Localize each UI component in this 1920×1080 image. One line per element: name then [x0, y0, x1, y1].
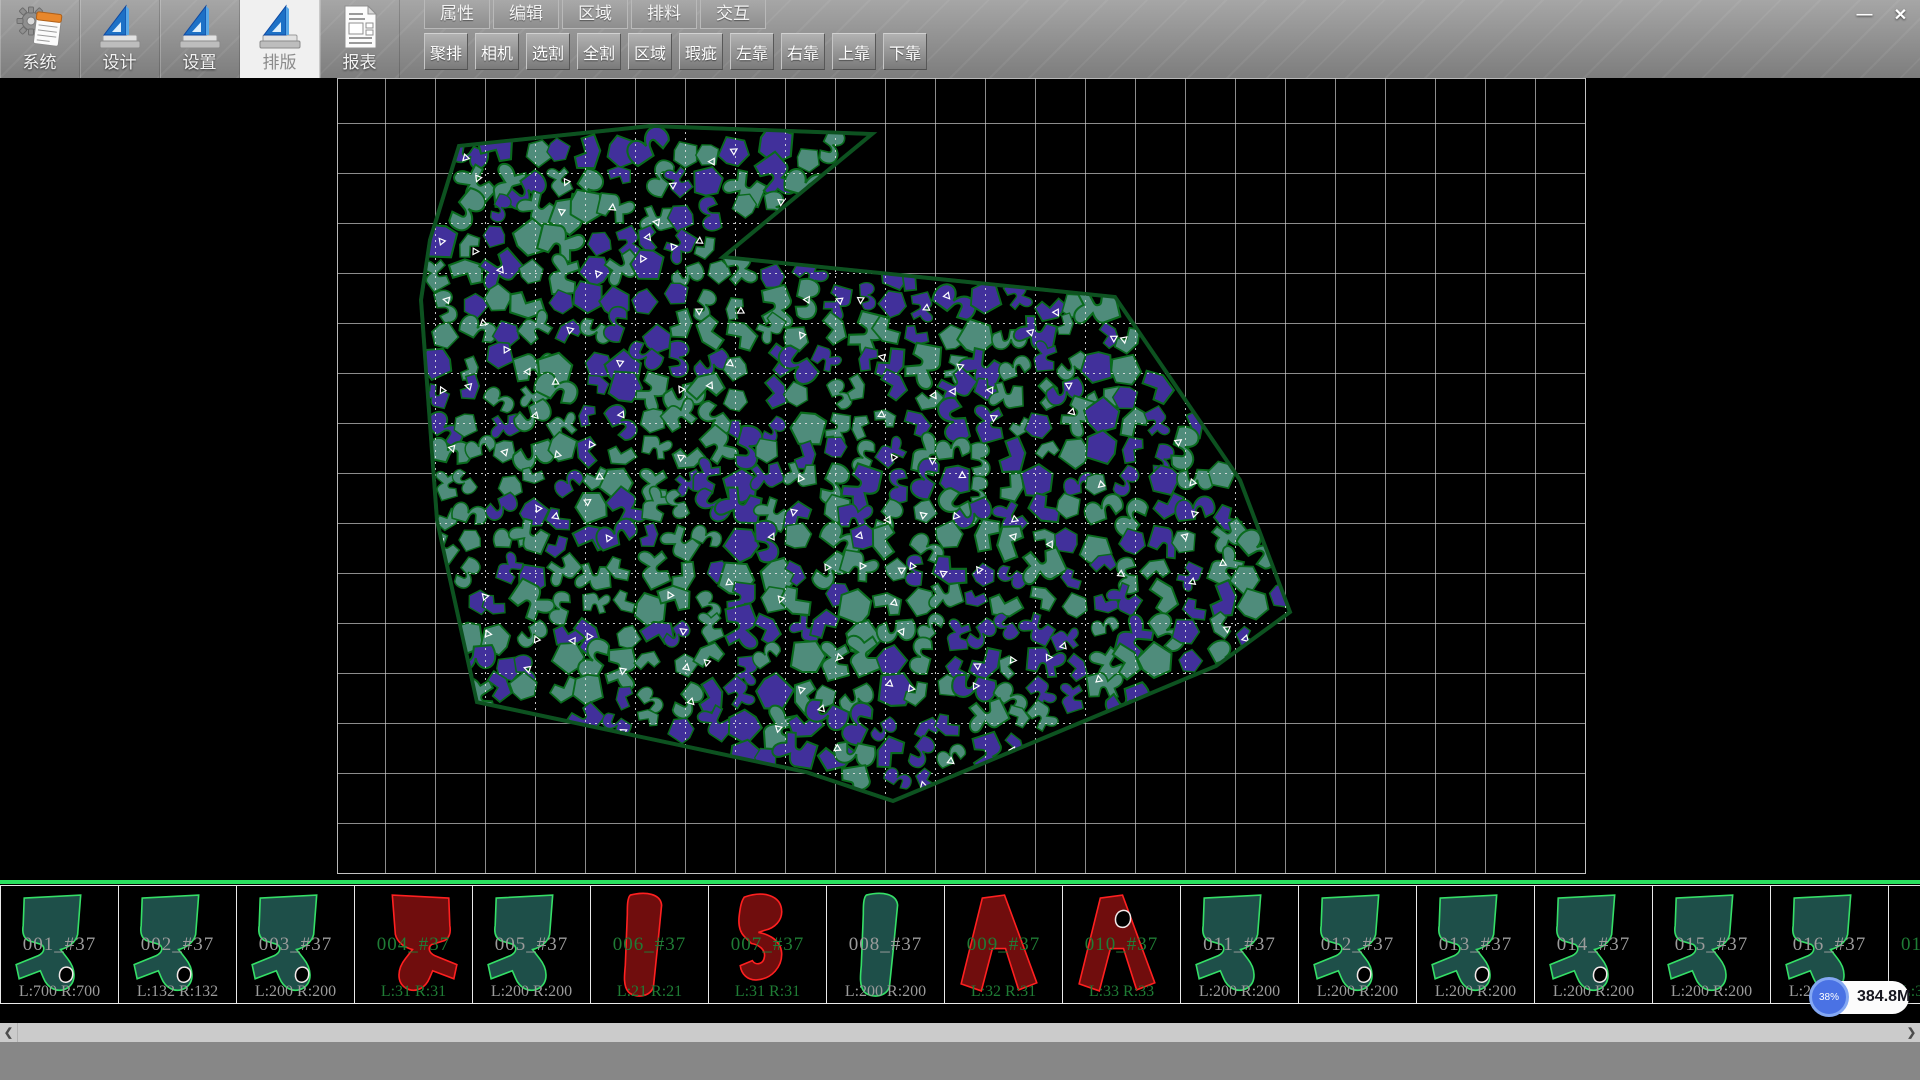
piece-shape	[237, 886, 354, 1003]
design-icon	[94, 3, 146, 53]
piece-thumbnail-12[interactable]: 012_#37L:200 R:200	[1298, 885, 1417, 1004]
piece-shape	[355, 886, 472, 1003]
action-button-bar: 聚排相机选割全割区域瑕疵左靠右靠上靠下靠	[424, 33, 927, 70]
scroll-left-arrow-icon[interactable]: ❮	[0, 1023, 18, 1042]
piece-shape	[827, 886, 944, 1003]
piece-thumbnail-5[interactable]: 005_#37L:200 R:200	[472, 885, 591, 1004]
piece-shape	[119, 886, 236, 1003]
piece-shape	[1, 886, 118, 1003]
action-button-5[interactable]: 区域	[628, 33, 672, 70]
main-button-2[interactable]: 设计	[80, 0, 160, 78]
main-button-label: 设计	[103, 53, 137, 73]
memory-badge: 38% 384.8M	[1812, 981, 1909, 1014]
piece-thumbnail-13[interactable]: 013_#37L:200 R:200	[1416, 885, 1535, 1004]
horizontal-scrollbar[interactable]: ❮ ❯	[0, 1023, 1920, 1042]
nesting-canvas-svg[interactable]	[0, 78, 1920, 884]
main-button-label: 报表	[343, 53, 377, 73]
action-button-4[interactable]: 全割	[577, 33, 621, 70]
piece-thumbnail-8[interactable]: 008_#37L:200 R:200	[826, 885, 945, 1004]
action-button-3[interactable]: 选割	[526, 33, 570, 70]
action-button-2[interactable]: 相机	[475, 33, 519, 70]
piece-thumbnail-strip: 001_#37L:700 R:700002_#37L:132 R:132003_…	[0, 880, 1920, 1004]
menu-tab-4[interactable]: 排料	[631, 0, 697, 29]
piece-shape	[945, 886, 1062, 1003]
scroll-right-arrow-icon[interactable]: ❯	[1903, 1023, 1920, 1042]
close-button[interactable]: ✕	[1887, 4, 1914, 26]
menu-tab-1[interactable]: 属性	[424, 0, 490, 29]
action-button-6[interactable]: 瑕疵	[679, 33, 723, 70]
toolbar: 系统设计设置排版报表 属性编辑区域排料交互 聚排相机选割全割区域瑕疵左靠右靠上靠…	[0, 0, 1920, 78]
main-button-4[interactable]: 排版	[240, 0, 320, 78]
main-button-label: 设置	[183, 53, 217, 73]
piece-thumbnail-9[interactable]: 009_#37L:32 R:31	[944, 885, 1063, 1004]
main-button-3[interactable]: 设置	[160, 0, 240, 78]
piece-shape	[1535, 886, 1652, 1003]
main-button-label: 排版	[263, 53, 297, 73]
piece-thumbnail-10[interactable]: 010_#37L:33 R:33	[1062, 885, 1181, 1004]
piece-thumbnail-cells: 001_#37L:700 R:700002_#37L:132 R:132003_…	[0, 885, 1920, 1004]
piece-shape	[1653, 886, 1770, 1003]
main-button-bar: 系统 设计 设置 排版 报表	[0, 0, 400, 78]
action-button-8[interactable]: 右靠	[781, 33, 825, 70]
piece-shape	[1181, 886, 1298, 1003]
action-button-10[interactable]: 下靠	[883, 33, 927, 70]
menu-tab-bar: 属性编辑区域排料交互	[424, 0, 766, 29]
piece-thumbnail-15[interactable]: 015_#37L:200 R:200	[1652, 885, 1771, 1004]
progress-circle: 38%	[1809, 977, 1849, 1017]
piece-thumbnail-4[interactable]: 004_#37L:31 R:31	[354, 885, 473, 1004]
piece-shape	[1299, 886, 1416, 1003]
settings-icon	[174, 3, 226, 53]
minimize-button[interactable]: —	[1851, 4, 1878, 26]
memory-value: 384.8M	[1857, 988, 1910, 1006]
main-button-1[interactable]: 系统	[0, 0, 80, 78]
piece-thumbnail-6[interactable]: 006_#37L:21 R:21	[590, 885, 709, 1004]
action-button-9[interactable]: 上靠	[832, 33, 876, 70]
piece-shape	[1063, 886, 1180, 1003]
report-icon	[334, 3, 386, 53]
main-button-5[interactable]: 报表	[320, 0, 400, 78]
piece-shape	[473, 886, 590, 1003]
piece-thumbnail-2[interactable]: 002_#37L:132 R:132	[118, 885, 237, 1004]
system-icon	[14, 3, 66, 53]
piece-shape	[709, 886, 826, 1003]
menu-tab-2[interactable]: 编辑	[493, 0, 559, 29]
strip-top-line	[0, 880, 1920, 884]
piece-shape	[591, 886, 708, 1003]
piece-thumbnail-14[interactable]: 014_#37L:200 R:200	[1534, 885, 1653, 1004]
piece-shape	[1417, 886, 1534, 1003]
piece-thumbnail-1[interactable]: 001_#37L:700 R:700	[0, 885, 119, 1004]
piece-thumbnail-3[interactable]: 003_#37L:200 R:200	[236, 885, 355, 1004]
menu-tab-5[interactable]: 交互	[700, 0, 766, 29]
window-controls: — ✕	[1851, 4, 1914, 26]
piece-thumbnail-7[interactable]: 007_#37L:31 R:31	[708, 885, 827, 1004]
piece-thumbnail-11[interactable]: 011_#37L:200 R:200	[1180, 885, 1299, 1004]
nesting-icon	[254, 3, 306, 53]
nesting-canvas[interactable]	[0, 78, 1920, 884]
menu-tab-3[interactable]: 区域	[562, 0, 628, 29]
action-button-7[interactable]: 左靠	[730, 33, 774, 70]
main-button-label: 系统	[23, 53, 57, 73]
action-button-1[interactable]: 聚排	[424, 33, 468, 70]
status-bar	[0, 1042, 1920, 1080]
